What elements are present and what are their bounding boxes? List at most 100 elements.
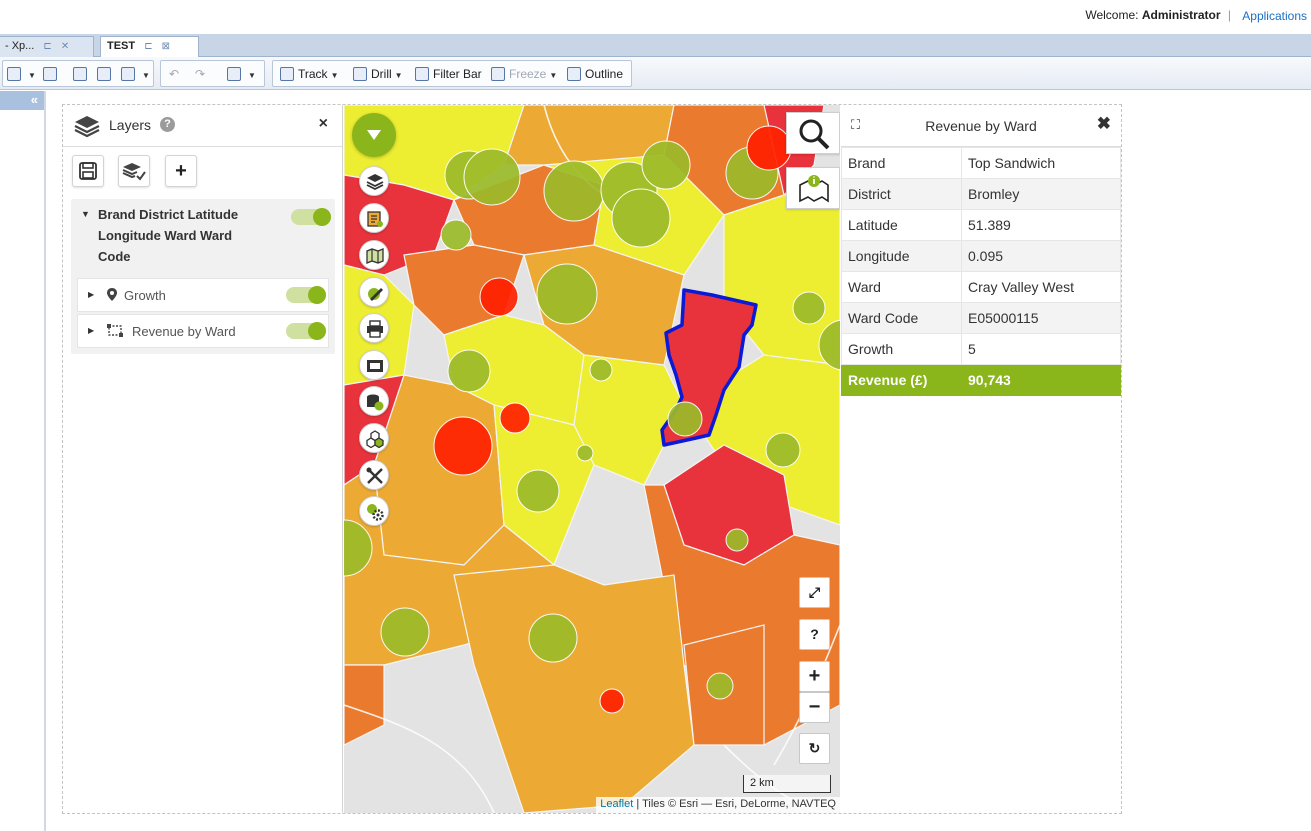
help-icon[interactable]: ? <box>160 117 175 132</box>
applications-link[interactable]: Applications <box>1242 9 1307 23</box>
pencil-icon <box>368 288 383 301</box>
data-source-button[interactable] <box>359 386 389 416</box>
map-menu-toggle-button[interactable] <box>352 113 396 157</box>
growth-toggle[interactable] <box>286 286 326 304</box>
attr-key: Ward <box>841 271 962 303</box>
add-layer-button[interactable]: + <box>165 155 197 187</box>
map-layers-button[interactable] <box>359 166 389 196</box>
layers-check-icon <box>122 163 146 181</box>
close-layers-button[interactable]: × <box>319 115 328 133</box>
growth-bubble <box>536 263 598 325</box>
table-row: District Bromley <box>841 178 1121 210</box>
toolbar-group-analysis: Track ▼ Drill ▼ Filter Bar Freeze ▼ Outline <box>272 60 632 87</box>
pin-icon[interactable]: ⊏ <box>144 41 152 52</box>
growth-bubble <box>641 140 691 190</box>
expand-sidebar-button[interactable]: « <box>0 91 44 110</box>
growth-bubble <box>463 148 521 206</box>
attr-key: Ward Code <box>841 302 962 334</box>
save-layers-button[interactable] <box>72 155 104 187</box>
refresh-icon <box>227 67 241 81</box>
chevron-right-icon[interactable]: ▶ <box>88 326 94 335</box>
email-button[interactable]: ▼ <box>121 65 150 83</box>
refresh-button[interactable]: ▼ <box>227 65 256 83</box>
layers-icon <box>366 174 384 191</box>
reset-view-button[interactable]: ↻ <box>799 733 830 764</box>
revenue-toggle[interactable] <box>286 322 326 340</box>
tools-icon <box>366 467 383 484</box>
draw-button[interactable] <box>359 277 389 307</box>
track-button[interactable]: Track ▼ <box>280 65 338 83</box>
growth-bubble <box>765 432 801 468</box>
growth-bubble <box>516 469 560 513</box>
attr-value: Cray Valley West <box>961 271 1121 303</box>
growth-bubble <box>589 358 613 382</box>
table-row: Growth 5 <box>841 333 1121 365</box>
table-row: Longitude 0.095 <box>841 240 1121 272</box>
undo-button[interactable]: ↶ <box>169 65 179 83</box>
layers-title: Layers <box>109 117 152 133</box>
close-icon[interactable]: ⊠ <box>162 41 170 52</box>
layer-group-title: Brand District Latitude Longitude Ward W… <box>98 207 239 264</box>
gear-icon <box>367 504 384 521</box>
growth-bubble <box>543 160 605 222</box>
filter-icon <box>415 67 429 81</box>
layers-panel: Layers ? × + ▼ Brand District Latitude L… <box>63 105 343 813</box>
pin-icon[interactable]: ⊏ <box>43 41 51 52</box>
info-panel-title: Revenue by Ward <box>925 118 1037 134</box>
search-map-button[interactable] <box>786 112 840 154</box>
welcome-text: Welcome: Administrator | <box>1085 8 1231 22</box>
toolbar-group-file: ▼ ▼ <box>2 60 154 87</box>
filmstrip-button[interactable] <box>359 350 389 380</box>
leaflet-link[interactable]: Leaflet <box>600 798 633 810</box>
hexbin-button[interactable] <box>359 423 389 453</box>
export-icon <box>97 67 111 81</box>
layer-group-toggle[interactable] <box>291 208 331 226</box>
growth-bubble <box>499 402 531 434</box>
map-canvas[interactable] <box>344 105 840 813</box>
redo-button[interactable]: ↷ <box>195 65 205 83</box>
tab-label: TEST <box>107 40 136 52</box>
growth-bubble <box>479 277 519 317</box>
map-help-button[interactable]: ? <box>799 619 830 650</box>
freeze-button[interactable]: Freeze ▼ <box>491 65 557 83</box>
toolbar-group-history: ↶ ↷ ▼ <box>160 60 265 87</box>
filter-bar-button[interactable]: Filter Bar <box>415 65 482 83</box>
binoculars-icon <box>43 67 57 81</box>
zoom-out-button[interactable]: − <box>799 692 830 723</box>
identify-button[interactable] <box>786 167 840 209</box>
map-view[interactable]: ⤢ ? + − ↻ 2 km Leaflet | Tiles © Esri — … <box>344 105 840 813</box>
map-settings-button[interactable] <box>359 496 389 526</box>
outline-button[interactable]: Outline <box>567 65 623 83</box>
tab-xp[interactable]: - Xp... ⊏ ✕ <box>0 36 94 57</box>
zoom-in-button[interactable]: + <box>799 661 830 692</box>
export-button[interactable] <box>97 65 115 83</box>
map-icon <box>366 248 384 264</box>
fullscreen-button[interactable]: ⤢ <box>799 577 830 608</box>
attr-key: Longitude <box>841 240 962 272</box>
close-icon[interactable]: ✕ <box>61 41 69 52</box>
schedule-button[interactable] <box>73 65 91 83</box>
table-row: Ward Code E05000115 <box>841 302 1121 334</box>
growth-bubble <box>440 219 472 251</box>
chevron-right-icon[interactable]: ▶ <box>88 290 94 299</box>
print-map-button[interactable] <box>359 313 389 343</box>
basemap-button[interactable] <box>359 240 389 270</box>
table-row: Brand Top Sandwich <box>841 147 1121 179</box>
growth-bubble <box>725 528 749 552</box>
growth-bubble <box>667 401 703 437</box>
manage-layers-button[interactable] <box>118 155 150 187</box>
attr-value: 51.389 <box>961 209 1121 241</box>
sublayer-growth[interactable]: ▶ Growth <box>77 278 329 312</box>
attribute-table: Brand Top Sandwich District Bromley Latitu… <box>841 147 1121 396</box>
sublayer-revenue-by-ward[interactable]: ▶ Revenue by Ward <box>77 314 329 348</box>
tab-test[interactable]: TEST ⊏ ⊠ <box>100 36 199 57</box>
close-info-button[interactable]: ✖ <box>1097 114 1111 134</box>
growth-bubble <box>528 613 578 663</box>
drill-button[interactable]: Drill ▼ <box>353 65 403 83</box>
chevron-down-icon[interactable]: ▼ <box>81 209 90 219</box>
tools-button[interactable] <box>359 460 389 490</box>
print-button[interactable]: ▼ <box>7 65 36 83</box>
clock-icon <box>73 67 87 81</box>
find-button[interactable] <box>43 65 61 83</box>
map-legend-button[interactable] <box>359 203 389 233</box>
